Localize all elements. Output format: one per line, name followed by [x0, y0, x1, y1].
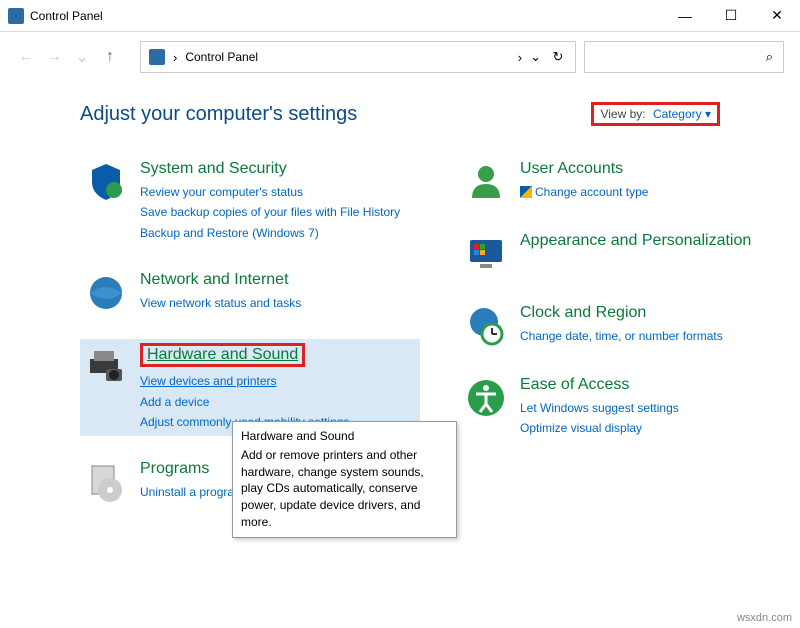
category-link[interactable]: Add a device [140, 392, 416, 412]
app-icon [8, 8, 24, 24]
category-link[interactable]: View devices and printers [140, 371, 416, 391]
category-link[interactable]: Backup and Restore (Windows 7) [140, 223, 416, 243]
category-link[interactable]: Change account type [520, 182, 796, 202]
category-ease-of-access: Ease of Access Let Windows suggest setti… [460, 372, 800, 443]
category-title[interactable]: Ease of Access [520, 376, 629, 394]
category-title[interactable]: Network and Internet [140, 271, 289, 289]
address-chevron-2: › [518, 50, 522, 65]
category-appearance: Appearance and Personalization [460, 228, 800, 280]
up-button[interactable]: ↑ [100, 47, 120, 67]
user-icon [464, 160, 508, 204]
view-by-control[interactable]: View by: Category ▾ [591, 102, 720, 126]
category-title[interactable]: System and Security [140, 160, 287, 178]
monitor-icon [464, 232, 508, 276]
category-link[interactable]: View network status and tasks [140, 293, 416, 313]
category-title[interactable]: Programs [140, 460, 209, 478]
tooltip: Hardware and Sound Add or remove printer… [232, 421, 457, 538]
tooltip-body: Add or remove printers and other hardwar… [241, 447, 448, 531]
titlebar: Control Panel — ☐ ✕ [0, 0, 800, 32]
view-by-label: View by: [600, 107, 645, 121]
uac-shield-icon [520, 186, 532, 198]
category-title[interactable]: Hardware and Sound [140, 343, 305, 367]
maximize-button[interactable]: ☐ [708, 0, 754, 32]
category-system-security: System and Security Review your computer… [80, 156, 420, 247]
category-link[interactable]: Optimize visual display [520, 418, 796, 438]
toolbar: ← → ⌄ ↑ › Control Panel › ⌄ ↻ ⌕ [0, 32, 800, 82]
category-link[interactable]: Change date, time, or number formats [520, 326, 796, 346]
category-title[interactable]: Clock and Region [520, 304, 646, 322]
address-dropdown-icon[interactable]: ⌄ [530, 49, 541, 65]
address-icon [149, 49, 165, 65]
forward-button[interactable]: → [44, 47, 64, 67]
search-box[interactable]: ⌕ [584, 41, 784, 73]
right-column: User Accounts Change account type Appear… [460, 156, 800, 528]
back-button[interactable]: ← [16, 47, 36, 67]
search-icon: ⌕ [766, 49, 773, 65]
close-button[interactable]: ✕ [754, 0, 800, 32]
page-title: Adjust your computer's settings [80, 103, 357, 126]
address-path: Control Panel [185, 50, 509, 64]
printer-icon [84, 343, 128, 387]
recent-dropdown[interactable]: ⌄ [72, 47, 92, 67]
category-network-internet: Network and Internet View network status… [80, 267, 420, 319]
accessibility-icon [464, 376, 508, 420]
category-title[interactable]: User Accounts [520, 160, 623, 178]
category-clock-region: Clock and Region Change date, time, or n… [460, 300, 800, 352]
category-user-accounts: User Accounts Change account type [460, 156, 800, 208]
tooltip-title: Hardware and Sound [241, 428, 448, 445]
refresh-button[interactable]: ↻ [549, 49, 567, 65]
globe-icon [84, 271, 128, 315]
address-chevron: › [173, 50, 177, 65]
view-by-value: Category ▾ [653, 107, 711, 121]
address-bar[interactable]: › Control Panel › ⌄ ↻ [140, 41, 576, 73]
category-link[interactable]: Save backup copies of your files with Fi… [140, 202, 416, 222]
category-link[interactable]: Let Windows suggest settings [520, 398, 796, 418]
shield-icon [84, 160, 128, 204]
category-title[interactable]: Appearance and Personalization [520, 232, 751, 250]
disc-icon [84, 460, 128, 504]
watermark: wsxdn.com [737, 612, 792, 624]
clock-icon [464, 304, 508, 348]
category-link[interactable]: Review your computer's status [140, 182, 416, 202]
minimize-button[interactable]: — [662, 0, 708, 32]
window-title: Control Panel [30, 9, 662, 23]
